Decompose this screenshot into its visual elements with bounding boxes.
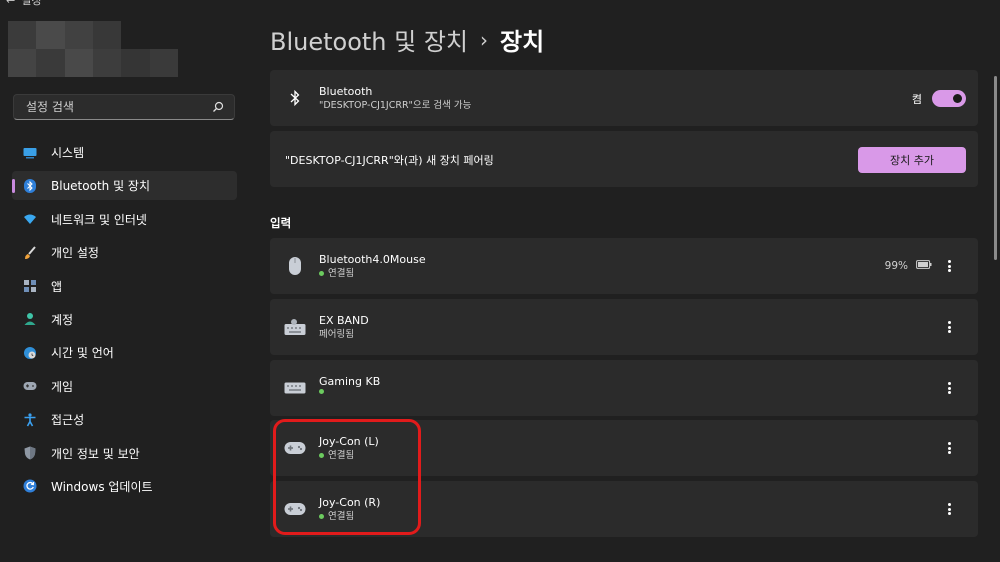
gamepad-icon (23, 379, 37, 393)
toggle-knob (953, 94, 962, 103)
breadcrumb-separator: › (480, 27, 489, 52)
sidebar-item-label: 네트워크 및 인터넷 (51, 212, 147, 227)
bluetooth-icon (23, 178, 37, 193)
pair-device-text: "DESKTOP-CJ1JCRR"와(과) 새 장치 페어링 (285, 154, 494, 167)
sidebar-item-label: 시스템 (51, 146, 85, 160)
sidebar-item-network[interactable]: 네트워크 및 인터넷 (12, 205, 237, 234)
sidebar-item-apps[interactable]: 앱 (12, 272, 237, 301)
scrollbar[interactable] (994, 76, 997, 260)
device-status: 연결됨 (328, 511, 355, 522)
device-status: 페어링됨 (319, 329, 354, 340)
globe-clock-icon (23, 346, 37, 360)
add-device-button[interactable]: 장치 추가 (858, 147, 966, 173)
accessibility-icon (23, 413, 37, 427)
sidebar-item-bluetooth-devices[interactable]: Bluetooth 및 장치 (12, 171, 237, 201)
toggle-state-label: 켬 (911, 92, 922, 106)
page-title: 장치 (500, 28, 545, 56)
sidebar-nav: 시스템 Bluetooth 및 장치 네트워크 및 인터넷 개인 설정 앱 계정 (12, 138, 237, 505)
more-options-button[interactable] (944, 319, 954, 335)
apps-icon (23, 279, 37, 293)
sidebar-item-label: 개인 설정 (51, 246, 99, 261)
search-input[interactable] (24, 99, 198, 115)
sidebar-item-accessibility[interactable]: 접근성 (12, 405, 237, 434)
device-status: 연결됨 (328, 450, 355, 461)
window-title: 설정 (21, 0, 42, 7)
bluetooth-title: Bluetooth (319, 85, 373, 98)
gamepad-icon (284, 498, 306, 520)
bluetooth-toggle[interactable] (932, 90, 966, 107)
connected-dot (319, 514, 324, 519)
wifi-icon (23, 212, 37, 226)
sidebar-item-label: 계정 (51, 312, 74, 327)
bluetooth-card: Bluetooth "DESKTOP-CJ1JCRR"으로 검색 가능 켬 (270, 70, 978, 126)
more-options-button[interactable] (944, 380, 954, 396)
device-card-joy-con-l[interactable]: Joy-Con (L) 연결됨 (270, 420, 978, 476)
sidebar-item-label: 게임 (51, 379, 74, 394)
title-bar: ← 설정 (6, 0, 41, 8)
profile-avatar-blurred[interactable] (8, 21, 178, 77)
sidebar-item-windows-update[interactable]: Windows 업데이트 (12, 472, 237, 501)
more-options-button[interactable] (944, 440, 954, 456)
input-section-heading: 입력 (270, 216, 292, 230)
sidebar-item-personalization[interactable]: 개인 설정 (12, 238, 237, 267)
connected-dot (319, 389, 324, 394)
sidebar-item-accounts[interactable]: 계정 (12, 305, 237, 334)
settings-search[interactable] (13, 94, 235, 120)
sidebar-item-privacy[interactable]: 개인 정보 및 보안 (12, 439, 237, 468)
breadcrumb-parent[interactable]: Bluetooth 및 장치 (270, 22, 468, 57)
brush-icon (23, 246, 37, 260)
device-name: Bluetooth4.0Mouse (319, 253, 426, 266)
connected-dot (319, 271, 324, 276)
back-button[interactable]: ← (6, 0, 15, 7)
device-name: Joy-Con (R) (319, 496, 381, 509)
search-icon[interactable] (212, 98, 224, 117)
bluetooth-subtitle: "DESKTOP-CJ1JCRR"으로 검색 가능 (319, 100, 472, 111)
sidebar-item-label: Windows 업데이트 (51, 479, 153, 494)
update-icon (23, 479, 37, 493)
more-options-button[interactable] (944, 501, 954, 517)
sidebar-item-system[interactable]: 시스템 (12, 138, 237, 167)
sidebar-item-label: Bluetooth 및 장치 (51, 179, 151, 194)
device-card-gaming-kb[interactable]: Gaming KB (270, 360, 978, 416)
monitor-icon (23, 146, 37, 160)
bluetooth-icon (284, 87, 306, 109)
keyboard-icon (284, 377, 306, 399)
device-name: Joy-Con (L) (319, 435, 379, 448)
sidebar-item-label: 앱 (51, 279, 63, 294)
battery-level: 99% (884, 260, 908, 272)
device-card-mouse[interactable]: Bluetooth4.0Mouse 연결됨 99% (270, 238, 978, 294)
breadcrumb: Bluetooth 및 장치 › 장치 (270, 22, 544, 57)
device-card-joy-con-r[interactable]: Joy-Con (R) 연결됨 (270, 481, 978, 537)
shield-icon (23, 446, 37, 460)
person-icon (23, 312, 37, 326)
sidebar-item-time-language[interactable]: 시간 및 언어 (12, 338, 237, 367)
pair-device-card: "DESKTOP-CJ1JCRR"와(과) 새 장치 페어링 장치 추가 (270, 131, 978, 187)
mouse-icon (284, 255, 306, 277)
sidebar-item-label: 시간 및 언어 (51, 346, 114, 361)
connected-dot (319, 453, 324, 458)
device-status: 연결됨 (328, 268, 355, 279)
device-card-ex-band[interactable]: EX BAND 페어링됨 (270, 299, 978, 355)
device-name: EX BAND (319, 314, 369, 327)
sidebar-item-label: 개인 정보 및 보안 (51, 446, 140, 461)
battery-icon (916, 260, 932, 272)
more-options-button[interactable] (944, 258, 954, 274)
gamepad-icon (284, 437, 306, 459)
keyboard-icon (284, 316, 306, 338)
sidebar-item-gaming[interactable]: 게임 (12, 372, 237, 401)
sidebar-item-label: 접근성 (51, 413, 85, 428)
device-name: Gaming KB (319, 375, 381, 388)
